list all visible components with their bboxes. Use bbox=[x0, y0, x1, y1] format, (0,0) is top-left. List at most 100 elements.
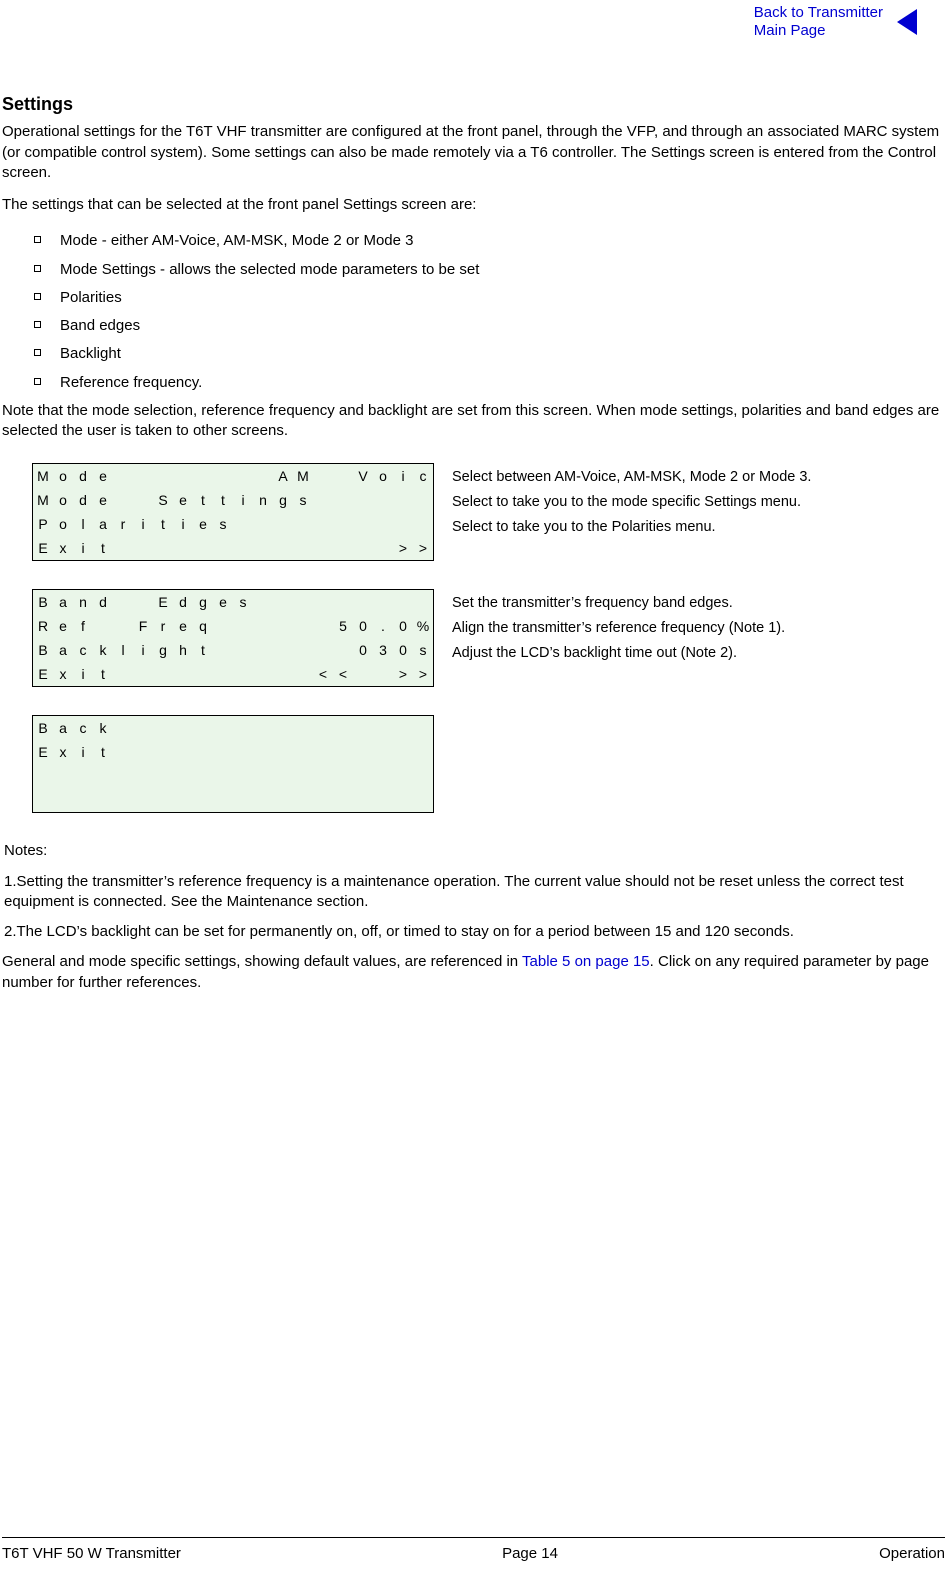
lcd-cell: n bbox=[253, 488, 273, 512]
lcd-cell: s bbox=[293, 488, 313, 512]
lcd-cell bbox=[113, 488, 133, 512]
lcd-cell bbox=[93, 614, 113, 638]
lcd-cell bbox=[373, 536, 393, 561]
lcd-cell: i bbox=[73, 536, 93, 561]
lcd-cell bbox=[113, 590, 133, 615]
lcd-cell bbox=[133, 488, 153, 512]
lcd1-label-mode-settings: Select to take you to the mode specific … bbox=[452, 490, 811, 515]
outro-paragraph: General and mode specific settings, show… bbox=[0, 952, 947, 993]
lcd-cell: r bbox=[153, 614, 173, 638]
lcd-cell: e bbox=[173, 614, 193, 638]
lcd-cell bbox=[353, 788, 373, 813]
lcd1-label-mode: Select between AM-Voice, AM-MSK, Mode 2 … bbox=[452, 465, 811, 490]
lcd-cell bbox=[293, 788, 313, 813]
lcd-cell bbox=[273, 740, 293, 764]
lcd-cell: 0 bbox=[353, 614, 373, 638]
lcd-cell bbox=[213, 764, 233, 788]
lcd-cell: E bbox=[33, 536, 54, 561]
lcd-cell bbox=[213, 638, 233, 662]
lcd-cell: t bbox=[93, 536, 113, 561]
lcd-cell bbox=[293, 536, 313, 561]
bullet-mode: Mode - either AM-Voice, AM-MSK, Mode 2 o… bbox=[0, 227, 947, 255]
lcd-cell bbox=[353, 488, 373, 512]
lcd-cell bbox=[393, 716, 413, 741]
lcd-cell bbox=[33, 788, 54, 813]
lcd-cell: i bbox=[133, 638, 153, 662]
bullet-backlight: Backlight bbox=[0, 340, 947, 368]
lcd-cell: t bbox=[193, 638, 213, 662]
lcd-cell: f bbox=[73, 614, 93, 638]
lcd-cell: d bbox=[173, 590, 193, 615]
lcd-cell: E bbox=[33, 740, 54, 764]
lcd-cell bbox=[113, 614, 133, 638]
lcd-cell bbox=[53, 788, 73, 813]
lcd-cell: 0 bbox=[393, 638, 413, 662]
lcd-cell bbox=[113, 716, 133, 741]
back-to-main-link[interactable]: Back to Transmitter Main Page bbox=[754, 4, 883, 40]
lcd-cell: x bbox=[53, 662, 73, 687]
lcd-cell bbox=[233, 614, 253, 638]
lcd2-label-band-edges: Set the transmitter’s frequency band edg… bbox=[452, 591, 785, 616]
note-1: 1.Setting the transmitter’s reference fr… bbox=[4, 872, 943, 913]
nav-back-arrow-icon[interactable] bbox=[895, 9, 917, 35]
lcd-cell: < bbox=[313, 662, 333, 687]
lcd-cell bbox=[333, 512, 353, 536]
lcd-cell: o bbox=[53, 512, 73, 536]
lcd-cell bbox=[113, 536, 133, 561]
lcd-cell: V bbox=[353, 464, 373, 489]
bullet-band-edges: Band edges bbox=[0, 312, 947, 340]
lcd-cell: g bbox=[153, 638, 173, 662]
lcd-cell bbox=[393, 740, 413, 764]
lcd-cell bbox=[113, 764, 133, 788]
lcd2-label-backlight: Adjust the LCD’s backlight time out (Not… bbox=[452, 641, 785, 666]
note-2: 2.The LCD’s backlight can be set for per… bbox=[4, 922, 943, 942]
settings-bullet-list: Mode - either AM-Voice, AM-MSK, Mode 2 o… bbox=[0, 227, 947, 397]
lcd-cell bbox=[373, 512, 393, 536]
lcd-cell bbox=[33, 764, 54, 788]
lcd-cell: o bbox=[53, 488, 73, 512]
lcd-cell bbox=[273, 590, 293, 615]
lcd-cell bbox=[293, 614, 313, 638]
lcd-cell bbox=[413, 764, 434, 788]
lcd-cell: > bbox=[413, 536, 434, 561]
lcd-cell bbox=[273, 788, 293, 813]
lcd-cell bbox=[313, 716, 333, 741]
nav-link-line1: Back to Transmitter bbox=[754, 4, 883, 21]
lcd2-labels: Set the transmitter’s frequency band edg… bbox=[452, 589, 785, 665]
lcd-cell bbox=[413, 512, 434, 536]
lcd-cell bbox=[153, 716, 173, 741]
lcd-cell bbox=[193, 464, 213, 489]
lcd-cell bbox=[333, 716, 353, 741]
lcd-cell bbox=[413, 788, 434, 813]
lcd-cell bbox=[393, 488, 413, 512]
lcd-cell bbox=[313, 590, 333, 615]
lcd-cell: c bbox=[73, 638, 93, 662]
lcd-cell: k bbox=[93, 716, 113, 741]
table-5-link[interactable]: Table 5 on page 15 bbox=[522, 953, 650, 970]
lcd-cell bbox=[153, 536, 173, 561]
notes-heading: Notes: bbox=[4, 841, 943, 861]
lcd-cell bbox=[373, 590, 393, 615]
lcd-cell bbox=[373, 662, 393, 687]
lcd-cell bbox=[193, 740, 213, 764]
lcd1-label-polarities: Select to take you to the Polarities men… bbox=[452, 515, 811, 540]
lcd-cell bbox=[233, 638, 253, 662]
lcd-cell bbox=[293, 512, 313, 536]
lcd-cell: k bbox=[93, 638, 113, 662]
lcd-cell bbox=[73, 788, 93, 813]
lcd-cell bbox=[353, 764, 373, 788]
lcd-cell bbox=[253, 512, 273, 536]
lcd-cell bbox=[333, 764, 353, 788]
lcd-cell bbox=[373, 740, 393, 764]
lcd-cell: 0 bbox=[393, 614, 413, 638]
lcd-cell: E bbox=[33, 662, 54, 687]
lcd-cell bbox=[373, 716, 393, 741]
lcd-cell: P bbox=[33, 512, 54, 536]
lcd-cell: a bbox=[53, 716, 73, 741]
lcd-cell bbox=[173, 464, 193, 489]
lcd-cell bbox=[113, 740, 133, 764]
lcd-cell bbox=[173, 764, 193, 788]
lcd-cell bbox=[293, 716, 313, 741]
lcd-cell: e bbox=[93, 488, 113, 512]
lcd-cell bbox=[273, 536, 293, 561]
